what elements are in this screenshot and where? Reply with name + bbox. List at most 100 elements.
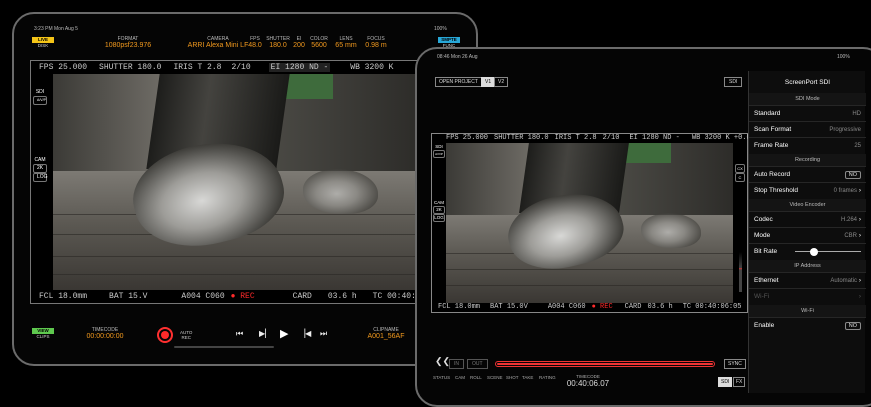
hud-left-labels-b: SDI A/V/P CAM 2K LOG [433, 144, 445, 222]
section-video-encoder: Video Encoder [749, 199, 866, 211]
codec-label: Codec [754, 216, 773, 223]
field-camera-value: ARRI Alexa Mini LF [187, 42, 249, 49]
sdi-output-button[interactable]: SDI [718, 377, 733, 387]
tablet-screenport: 08:46 Mon 26 Aug 100% OPEN PROJECT V1 V2… [415, 47, 871, 407]
auto-record-label: Auto Record [754, 171, 791, 178]
auto-rec-toggle[interactable]: AUTO REC [180, 330, 192, 340]
status-time: 3:23 PM Mon Aug 5 [34, 26, 78, 32]
hud-fcl: FCL 18.0mm [39, 292, 88, 301]
timecode-value-b: 00:40:06.07 [566, 379, 610, 388]
row-enable[interactable]: Enable NO [749, 317, 866, 333]
home-indicator [174, 346, 274, 348]
chevron-right-icon: › [858, 187, 861, 194]
frame-rate-label: Frame Rate [754, 142, 789, 149]
enable-toggle[interactable]: NO [844, 321, 861, 330]
tablet-camera-control: 3:23 PM Mon Aug 5 100% LIVE DISK FORMAT … [12, 12, 478, 366]
battery-indicator: 100% [434, 26, 447, 32]
field-format[interactable]: FORMAT 1080psf23.976 [100, 36, 156, 49]
row-scan-format[interactable]: Scan Format Progressive [749, 121, 866, 137]
hud-timecode: TC 00:40:0 [372, 292, 421, 301]
play-icon[interactable]: ▶ [280, 327, 288, 340]
field-fps[interactable]: FPS 48.0 [246, 36, 264, 49]
sync-button[interactable]: SYNC [724, 359, 746, 369]
meta-shot: SHOT [506, 375, 519, 380]
section-sdi-mode: SDI Mode [749, 93, 866, 105]
hud-rec-b: ● REC [591, 303, 613, 311]
row-standard[interactable]: Standard HD [749, 105, 866, 121]
metadata-labels: STATUS CAM ROLL SCENE SHOT TAKE RATING [433, 375, 559, 380]
meta-take: TAKE [522, 375, 534, 380]
hud-ei-nd-b: EI 1280 ND - [629, 134, 680, 142]
timecode-value: 00:00:00:00 [86, 333, 124, 340]
open-project-button[interactable]: OPEN PROJECT [435, 77, 482, 87]
row-codec[interactable]: Codec H.264 › [749, 211, 866, 227]
auto-record-toggle[interactable]: NO [844, 170, 861, 179]
timecode-display-b: TIMECODE 00:40:06.07 [563, 374, 613, 388]
field-focus-value: 0.98 m [365, 42, 387, 49]
viewfinder: FPS 25.000 SHUTTER 180.0 IRIS T 2.8 2/10… [30, 60, 476, 304]
hud-top-bar: FPS 25.000 SHUTTER 180.0 IRIS T 2.8 2/10… [39, 63, 399, 72]
field-lens[interactable]: LENS 65 mm [332, 36, 360, 49]
timeline-fill [497, 363, 713, 365]
audio-meter [738, 252, 742, 292]
label-2k: 2K [33, 164, 47, 173]
enable-label: Enable [754, 322, 775, 329]
step-back-icon[interactable]: ▶▏ [259, 329, 271, 338]
meta-scene: SCENE [487, 375, 503, 380]
hud-battery-b: BAT 15.0V [490, 303, 528, 311]
row-bit-rate: Bit Rate [749, 243, 866, 259]
hud-fps: FPS 25.000 [39, 63, 88, 72]
field-color-value: 5600 [311, 42, 327, 49]
row-wifi[interactable]: Wi-Fi › [749, 288, 866, 304]
in-button[interactable]: IN [449, 359, 464, 369]
label-c-b: C [735, 173, 745, 182]
row-mode[interactable]: Mode CBR › [749, 227, 866, 243]
wifi-label: Wi-Fi [754, 293, 770, 300]
hud-card-time-b: 03.6 h [647, 303, 673, 311]
field-ei[interactable]: EI 200 [290, 36, 308, 49]
field-shutter[interactable]: SHUTTER 180.0 [266, 36, 290, 49]
hud-iris-fraction-b: 2/10 [602, 134, 620, 142]
label-cx-b: CX [735, 164, 745, 173]
hud-card-time: 03.6 h [327, 292, 357, 301]
row-auto-record[interactable]: Auto Record NO [749, 166, 866, 182]
meta-cam: CAM [455, 375, 465, 380]
status-time-b: 08:46 Mon 26 Aug [437, 54, 478, 60]
hud-top-bar-b: FPS 25.000 SHUTTER 180.0 IRIS T 2.8 2/10… [446, 134, 780, 142]
hud-fps-b: FPS 25.000 [446, 134, 489, 142]
timecode-display: TIMECODE 00:00:00:00 [86, 327, 124, 340]
field-focus[interactable]: FOCUS 0.98 m [362, 36, 390, 49]
meta-status: STATUS [433, 375, 451, 380]
section-ip-address: IP Address [749, 260, 866, 272]
step-forward-icon[interactable]: ▕◀ [299, 329, 311, 338]
video-frame [53, 74, 418, 290]
timeline-bar[interactable] [495, 361, 715, 367]
hud-rec: ● REC [230, 292, 255, 301]
field-camera[interactable]: CAMERA ARRI Alexa Mini LF [186, 36, 250, 49]
live-disk-toggle[interactable]: LIVE DISK [32, 37, 54, 49]
slider-thumb[interactable] [809, 247, 818, 256]
v1-tab[interactable]: V1 [481, 77, 496, 87]
standard-label: Standard [754, 110, 781, 117]
field-color[interactable]: COLOR 5600 [308, 36, 330, 49]
row-ethernet[interactable]: Ethernet Automatic › [749, 272, 866, 288]
out-button[interactable]: OUT [467, 359, 488, 369]
ethernet-label: Ethernet [754, 277, 779, 284]
fx-button[interactable]: FX [733, 377, 746, 387]
mode-label: Mode [754, 232, 771, 239]
hud-fcl-b: FCL 18.0mm [438, 303, 481, 311]
label-cam-b: CAM [434, 200, 444, 205]
hud-right-labels-b: CX C [735, 164, 745, 292]
back-chevron-icon[interactable]: ❮❮ [435, 356, 450, 367]
skip-back-icon[interactable]: ⏮ [236, 329, 243, 339]
v2-tab[interactable]: V2 [494, 77, 509, 87]
sdi-header-button[interactable]: SDI [724, 77, 743, 87]
row-frame-rate[interactable]: Frame Rate 25 [749, 137, 866, 153]
row-stop-threshold[interactable]: Stop Threshold 0 frames › [749, 182, 866, 198]
skip-forward-icon[interactable]: ⏭ [320, 329, 327, 339]
view-clips-toggle[interactable]: VIEW CLIPS [32, 328, 54, 340]
label-log: LOG [33, 173, 48, 182]
viewfinder-b: FPS 25.000 SHUTTER 180.0 IRIS T 2.8 2/10… [431, 133, 774, 313]
bit-rate-slider[interactable] [795, 247, 861, 256]
record-button[interactable] [157, 327, 173, 343]
